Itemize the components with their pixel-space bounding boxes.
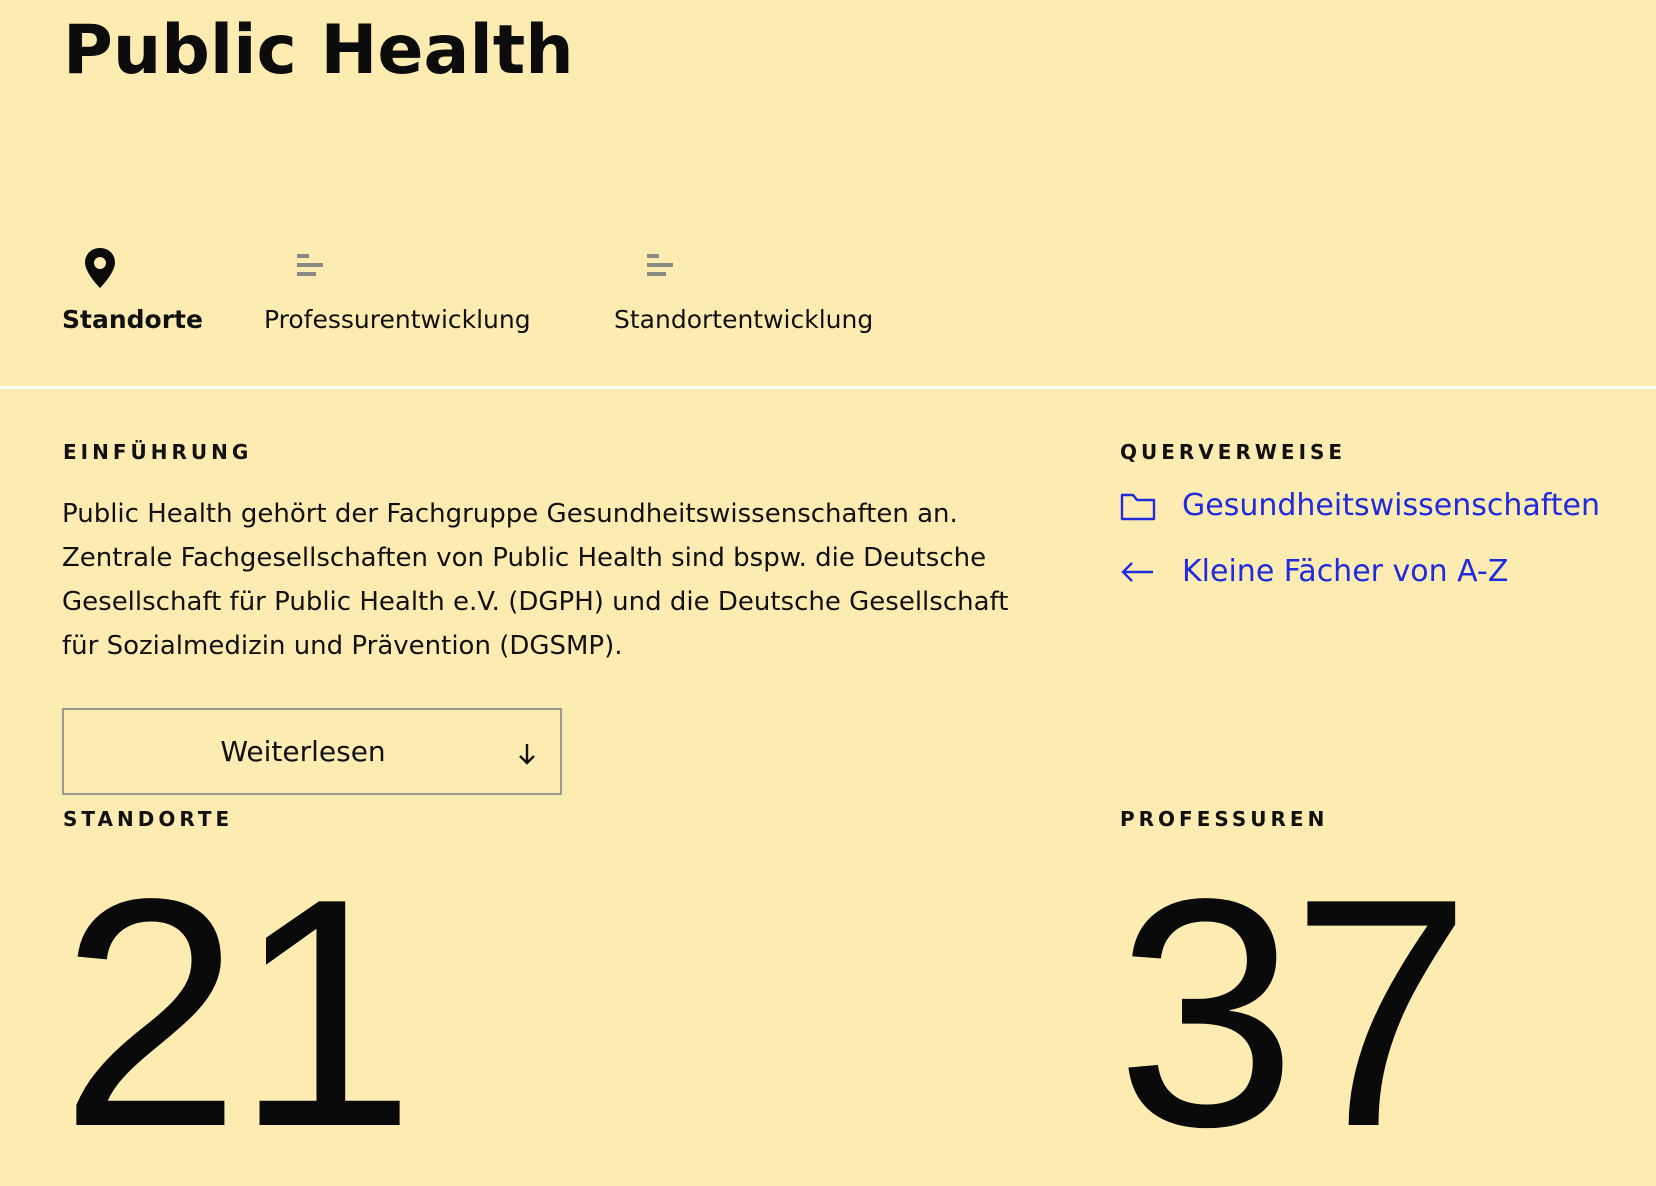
ref-link-label: Kleine Fächer von A-Z bbox=[1182, 554, 1509, 589]
arrow-left-icon bbox=[1121, 562, 1153, 582]
tab-label: Standortentwicklung bbox=[614, 305, 874, 334]
tab-label: Standorte bbox=[62, 305, 203, 334]
read-more-button[interactable]: Weiterlesen bbox=[62, 708, 562, 795]
ref-link-label: Gesundheitswissenschaften bbox=[1182, 488, 1600, 523]
intro-text: Public Health gehört der Fachgruppe Gesu… bbox=[62, 499, 1009, 661]
references-heading: QUERVERWEISE bbox=[1120, 440, 1347, 464]
folder-icon bbox=[1120, 493, 1156, 521]
map-pin-icon bbox=[85, 248, 115, 288]
professorships-count: 37 bbox=[1116, 831, 1471, 1186]
bar-chart-icon bbox=[647, 254, 673, 276]
link-gesundheitswissenschaften[interactable]: Gesundheitswissenschaften bbox=[1120, 486, 1600, 526]
read-more-label: Weiterlesen bbox=[220, 735, 386, 768]
link-kleine-faecher[interactable]: Kleine Fächer von A-Z bbox=[1120, 552, 1520, 592]
section-divider bbox=[0, 386, 1656, 389]
tab-label: Professurentwicklung bbox=[264, 305, 531, 334]
locations-count: 21 bbox=[60, 831, 415, 1186]
arrow-down-icon bbox=[519, 744, 535, 765]
professorships-heading: PROFESSUREN bbox=[1120, 807, 1329, 831]
bar-chart-icon bbox=[297, 254, 323, 276]
page: Public Health Standorte Professurentwick… bbox=[0, 0, 1656, 1186]
page-title: Public Health bbox=[63, 11, 574, 90]
intro-heading: EINFÜHRUNG bbox=[63, 440, 253, 464]
locations-heading: STANDORTE bbox=[63, 807, 234, 831]
